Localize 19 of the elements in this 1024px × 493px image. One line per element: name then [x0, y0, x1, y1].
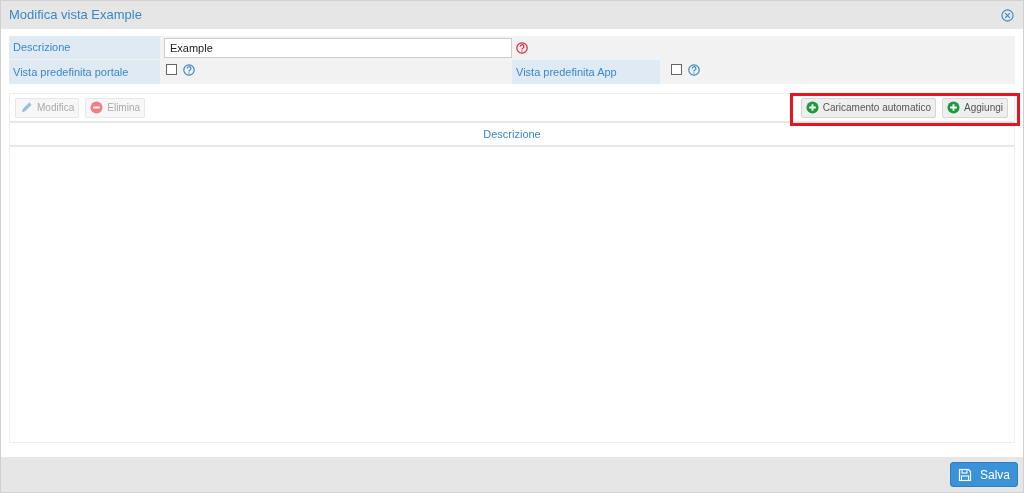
toolbar-button[interactable]: Caricamento automatico	[800, 97, 937, 118]
column-header[interactable]: Descrizione	[10, 123, 1014, 145]
field-label: Vista predefinita portale	[9, 60, 160, 84]
close-icon[interactable]	[1001, 8, 1014, 22]
minus-circle-icon	[90, 101, 104, 114]
save-button[interactable]: Salva	[949, 462, 1018, 487]
field-label: Descrizione	[9, 36, 160, 59]
help-icon[interactable]	[183, 64, 195, 76]
checkbox[interactable]	[166, 64, 177, 75]
field-label: Vista predefinita App	[512, 60, 660, 84]
window-title: Modifica vista Example	[9, 6, 142, 25]
toolbar-button[interactable]: Aggiungi	[942, 97, 1008, 118]
help-icon[interactable]	[516, 41, 528, 54]
help-icon[interactable]	[688, 64, 700, 76]
plus-circle-icon	[805, 101, 819, 114]
plus-circle-icon	[947, 101, 961, 114]
checkbox[interactable]	[671, 64, 682, 75]
pencil-icon	[20, 101, 33, 114]
description-field[interactable]: Example	[164, 37, 512, 58]
